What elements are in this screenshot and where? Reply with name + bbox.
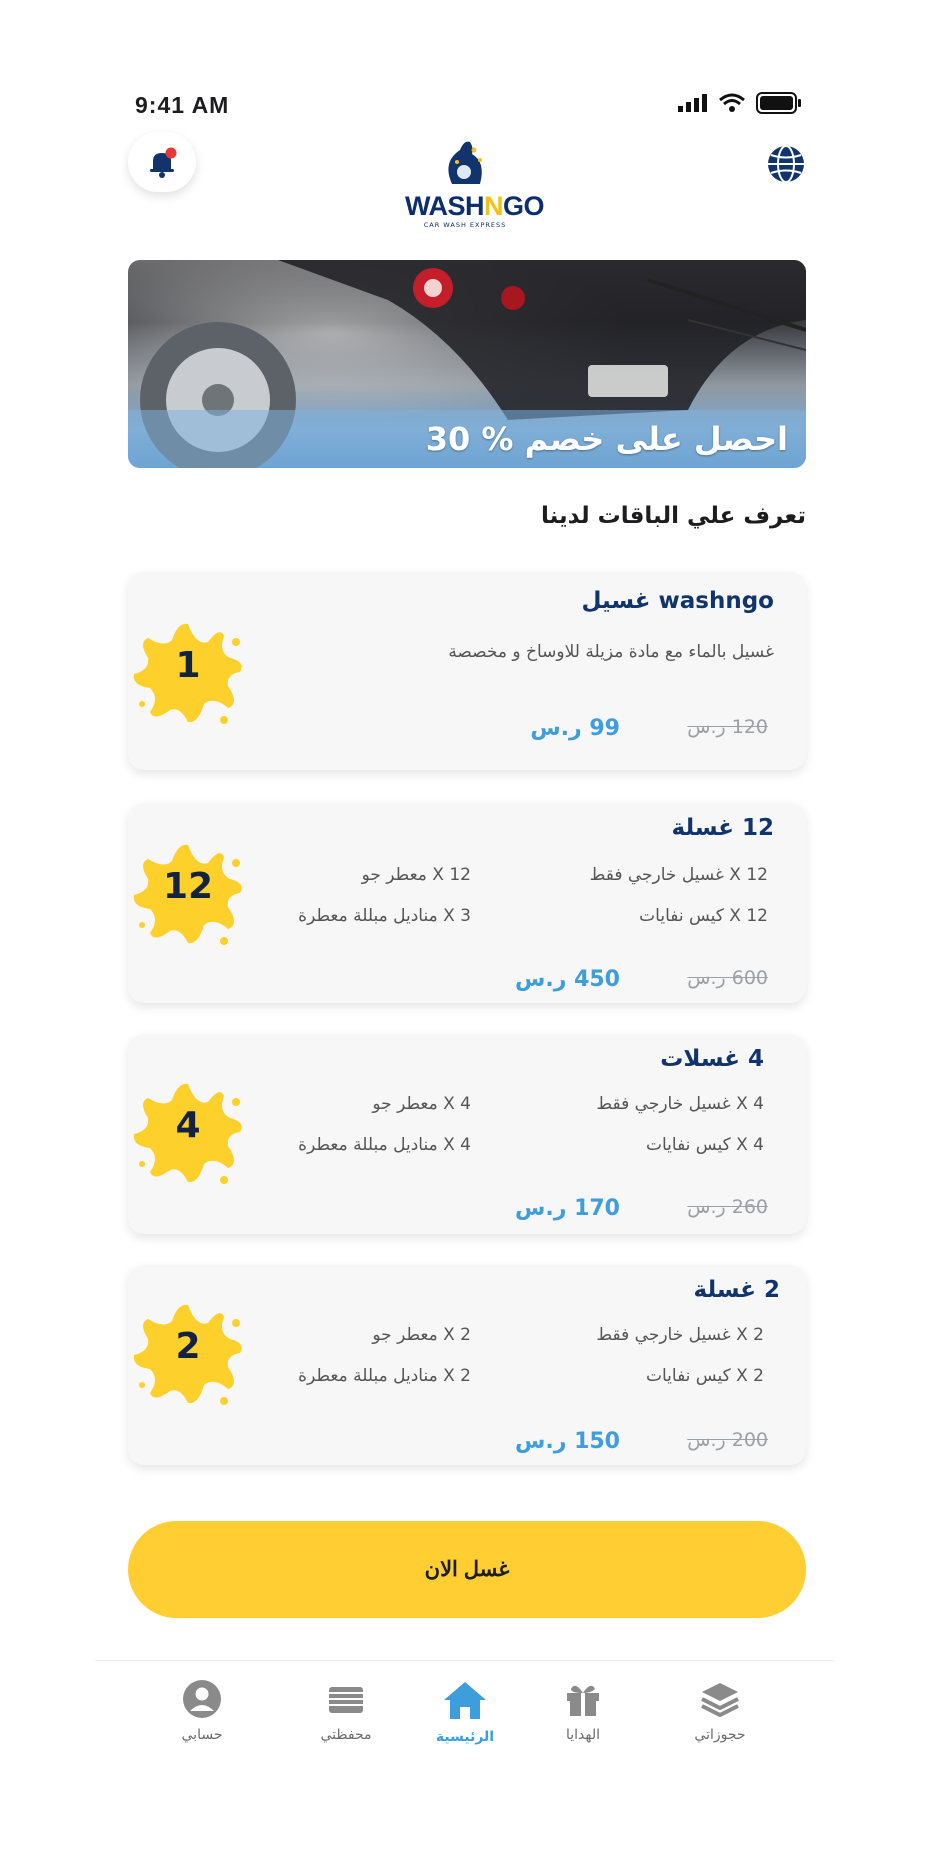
new-price: 150 ر.س: [515, 1429, 620, 1454]
package-feature: 4 X غسيل خارجي فقط: [596, 1094, 764, 1114]
package-card-2[interactable]: 2 2 غسلة 2 X غسيل خارجي فقط 2 X معطر جو …: [128, 1265, 806, 1465]
package-feature: 2 X كيس نفايات: [645, 1366, 764, 1386]
package-description: غسيل بالماء مع مادة مزيلة للاوساخ و مخصص…: [448, 642, 774, 662]
logo-text-go: GO: [503, 191, 545, 221]
package-feature: 2 X مناديل مبللة معطرة: [298, 1366, 471, 1386]
new-price: 450 ر.س: [515, 967, 620, 992]
layers-icon: [701, 1683, 739, 1718]
bottom-nav: حسابي محفظتي الرئيسية الهدايا حجوزاتي: [95, 1660, 835, 1766]
nav-item-bookings[interactable]: حجوزاتي: [665, 1679, 775, 1743]
washngo-mascot-icon: [448, 141, 482, 184]
status-time: 9:41 AM: [135, 92, 230, 118]
new-price: 170 ر.س: [515, 1196, 620, 1221]
package-feature: 12 X غسيل خارجي فقط: [589, 865, 768, 885]
package-feature: 2 X غسيل خارجي فقط: [596, 1325, 764, 1345]
old-price: 200 ر.س: [687, 1429, 768, 1451]
package-feature: 4 X معطر جو: [372, 1094, 471, 1114]
nav-label: محفظتي: [320, 1727, 372, 1743]
banner-text: احصل على خصم % 30: [425, 420, 788, 458]
wallet-icon: [329, 1687, 363, 1713]
nav-label: الهدايا: [565, 1727, 600, 1743]
old-price: 260 ر.س: [687, 1196, 768, 1218]
logo-wordmark: WASHNGO: [405, 191, 545, 221]
old-price: 600 ر.س: [687, 967, 768, 989]
package-title: 12 غسلة: [671, 815, 774, 841]
logo-subtitle: CAR WASH EXPRESS: [423, 221, 507, 229]
notification-button[interactable]: [128, 132, 196, 192]
package-card-12[interactable]: 12 12 غسلة 12 X غسيل خارجي فقط 12 X معطر…: [128, 803, 806, 1003]
package-title: 4 غسلات: [660, 1046, 764, 1072]
package-feature: 2 X معطر جو: [372, 1325, 471, 1345]
logo-text-n: N: [484, 191, 504, 221]
package-title: washngo غسيل: [581, 588, 774, 614]
logo-text-wash: WASH: [405, 191, 485, 221]
wash-now-button[interactable]: غسل الان: [128, 1521, 806, 1618]
package-number: 4: [175, 1105, 201, 1146]
promo-banner[interactable]: احصل على خصم % 30: [128, 260, 806, 468]
package-card-1[interactable]: 1 washngo غسيل غسيل بالماء مع مادة مزيلة…: [128, 572, 806, 770]
package-number: 12: [162, 866, 214, 907]
nav-label: الرئيسية: [435, 1729, 495, 1745]
new-price: 99 ر.س: [530, 716, 620, 741]
home-icon: [444, 1682, 486, 1719]
nav-label: حجوزاتي: [694, 1727, 746, 1743]
battery-icon: [756, 92, 801, 114]
package-feature: 12 X كيس نفايات: [639, 906, 768, 926]
signal-icon: [678, 94, 707, 112]
app-logo: WASHNGO CAR WASH EXPRESS: [405, 136, 545, 229]
nav-item-wallet[interactable]: محفظتي: [291, 1679, 401, 1743]
section-title: تعرف علي الباقات لدينا: [541, 503, 806, 529]
package-card-4[interactable]: 4 4 غسلات 4 X غسيل خارجي فقط 4 X معطر جو…: [128, 1034, 806, 1234]
nav-item-home[interactable]: الرئيسية: [410, 1679, 520, 1745]
bell-icon: [150, 147, 177, 178]
globe-icon: [768, 145, 804, 183]
package-feature: 4 X مناديل مبللة معطرة: [298, 1135, 471, 1155]
package-feature: 12 X معطر جو: [361, 865, 471, 885]
nav-item-account[interactable]: حسابي: [147, 1679, 257, 1743]
package-title: 2 غسلة: [693, 1277, 780, 1303]
nav-label: حسابي: [181, 1727, 223, 1743]
language-button[interactable]: [766, 144, 806, 184]
package-feature: 3 X مناديل مبللة معطرة: [298, 906, 471, 926]
gift-icon: [567, 1685, 599, 1716]
status-icons: [678, 92, 802, 114]
user-icon: [183, 1680, 221, 1718]
nav-item-gifts[interactable]: الهدايا: [528, 1679, 638, 1743]
package-feature: 4 X كيس نفايات: [645, 1135, 764, 1155]
old-price: 120 ر.س: [687, 716, 768, 738]
package-number: 1: [175, 645, 201, 686]
package-number: 2: [175, 1326, 201, 1367]
wifi-icon: [719, 93, 745, 112]
